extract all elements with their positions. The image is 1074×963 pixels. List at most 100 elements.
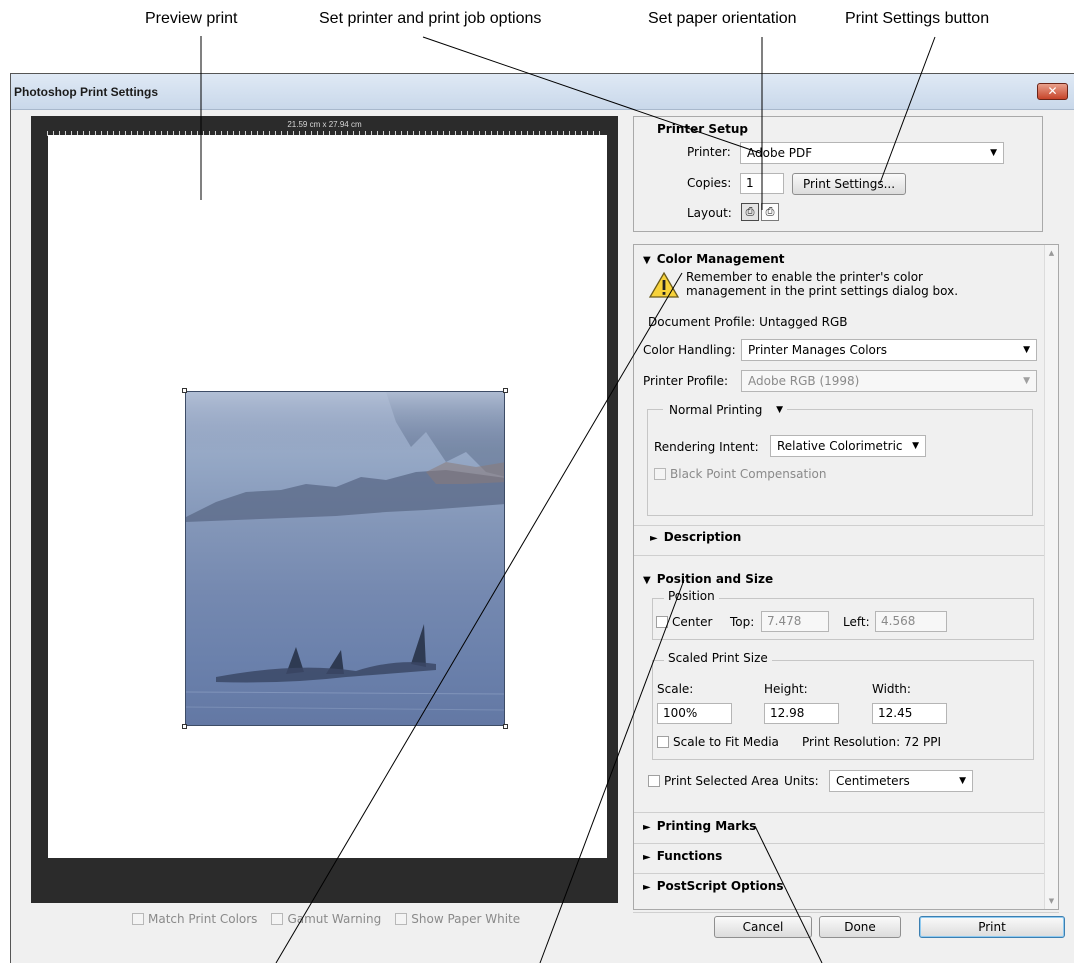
warning-icon [648, 271, 680, 298]
color-handling-select[interactable]: Printer Manages Colors ▼ [741, 339, 1037, 361]
portrait-orientation-icon[interactable]: ⎙ [741, 203, 759, 221]
checkbox-label: Match Print Colors [148, 912, 258, 926]
separator [634, 525, 1044, 526]
paper-size-label: 21.59 cm x 27.94 cm [287, 120, 362, 129]
checkbox-label: Gamut Warning [287, 912, 382, 926]
width-label: Width: [872, 682, 911, 696]
printer-setup-title: Printer Setup [657, 122, 748, 136]
section-title: Functions [656, 849, 723, 863]
left-input[interactable]: 4.568 [875, 611, 947, 632]
resize-handle-bottom-left[interactable] [182, 724, 187, 729]
window-title: Photoshop Print Settings [14, 85, 158, 99]
center-checkbox[interactable]: Center [656, 615, 712, 629]
checkbox-box [654, 468, 666, 480]
width-input[interactable]: 12.45 [872, 703, 947, 724]
scroll-down-icon[interactable]: ▼ [1045, 897, 1058, 905]
checkbox-label: Black Point Compensation [670, 467, 827, 481]
callout-orientation: Set paper orientation [648, 10, 797, 27]
checkbox-box [395, 913, 408, 925]
black-point-checkbox[interactable]: Black Point Compensation [654, 467, 827, 481]
separator [634, 873, 1044, 874]
copies-input[interactable]: 1 [740, 173, 784, 194]
preview-image[interactable] [185, 391, 505, 726]
position-legend: Position [664, 589, 719, 603]
gamut-warning-checkbox[interactable]: Gamut Warning [271, 912, 381, 926]
layout-label: Layout: [687, 206, 732, 220]
resize-handle-top-right[interactable] [503, 388, 508, 393]
chevron-down-icon: ▼ [776, 405, 783, 415]
top-label: Top: [730, 615, 755, 629]
show-paper-white-checkbox[interactable]: Show Paper White [395, 912, 520, 926]
section-title: PostScript Options [656, 879, 784, 893]
color-handling-value: Printer Manages Colors [748, 343, 888, 357]
match-print-colors-checkbox[interactable]: Match Print Colors [132, 912, 257, 926]
scaled-size-legend: Scaled Print Size [664, 651, 772, 665]
print-resolution: Print Resolution: 72 PPI [802, 735, 942, 749]
button-separator [633, 912, 1059, 913]
settings-panel[interactable]: ▼ Color Management Remember to enable the… [633, 244, 1059, 910]
position-size-header[interactable]: ▼ Position and Size [643, 572, 773, 586]
callout-printer-options: Set printer and print job options [319, 10, 542, 27]
color-handling-label: Color Handling: [643, 343, 736, 357]
height-input[interactable]: 12.98 [764, 703, 839, 724]
printer-profile-label: Printer Profile: [643, 374, 729, 388]
scale-label: Scale: [657, 682, 694, 696]
printer-profile-value: Adobe RGB (1998) [748, 374, 860, 388]
print-button[interactable]: Print [919, 916, 1065, 938]
collapsed-triangle-icon: ► [650, 533, 658, 544]
print-settings-button[interactable]: Print Settings... [792, 173, 906, 195]
units-label: Units: [784, 774, 819, 788]
cancel-button[interactable]: Cancel [714, 916, 812, 938]
scale-input[interactable]: 100% [657, 703, 732, 724]
section-title: Description [663, 530, 742, 544]
printer-select[interactable]: Adobe PDF ▼ [740, 142, 1004, 164]
checkbox-label: Print Selected Area [664, 774, 779, 788]
checkbox-label: Center [672, 615, 713, 629]
checkbox-label: Show Paper White [411, 912, 521, 926]
panel-scrollbar[interactable]: ▲ ▼ [1044, 245, 1058, 909]
scroll-up-icon[interactable]: ▲ [1045, 249, 1058, 257]
printing-marks-header[interactable]: ► Printing Marks [643, 819, 756, 833]
scale-to-fit-checkbox[interactable]: Scale to Fit Media [657, 735, 779, 749]
separator [634, 812, 1044, 813]
rendering-intent-select[interactable]: Relative Colorimetric ▼ [770, 435, 926, 457]
expand-triangle-icon: ▼ [643, 575, 651, 586]
section-title: Position and Size [656, 572, 774, 586]
resize-handle-bottom-right[interactable] [503, 724, 508, 729]
printing-mode-group [647, 409, 1033, 516]
functions-header[interactable]: ► Functions [643, 849, 722, 863]
height-label: Height: [764, 682, 808, 696]
preview-area: 21.59 cm x 27.94 cm [31, 116, 618, 903]
preview-options: Match Print Colors Gamut Warning Show Pa… [132, 912, 520, 926]
color-warning-text: Remember to enable the printer's color m… [686, 270, 959, 298]
done-button[interactable]: Done [819, 916, 901, 938]
collapsed-triangle-icon: ► [643, 882, 651, 893]
separator [634, 843, 1044, 844]
postscript-header[interactable]: ► PostScript Options [643, 879, 783, 893]
separator [634, 555, 1044, 556]
units-select[interactable]: Centimeters ▼ [829, 770, 973, 792]
title-bar[interactable]: Photoshop Print Settings ✕ [11, 74, 1074, 110]
print-selected-area-checkbox[interactable]: Print Selected Area [648, 774, 779, 788]
chevron-down-icon: ▼ [990, 148, 997, 158]
checkbox-box [132, 913, 144, 925]
resize-handle-top-left[interactable] [182, 388, 187, 393]
printer-profile-select[interactable]: Adobe RGB (1998) ▼ [741, 370, 1037, 392]
copies-label: Copies: [687, 176, 732, 190]
orca-photo-icon [186, 392, 504, 711]
printing-mode-select[interactable]: Normal Printing ▼ [663, 400, 787, 422]
document-profile: Document Profile: Untagged RGB [648, 315, 848, 329]
chevron-down-icon: ▼ [959, 776, 966, 786]
section-title: Color Management [656, 252, 785, 266]
collapsed-triangle-icon: ► [643, 852, 651, 863]
color-management-header[interactable]: ▼ Color Management [643, 252, 785, 266]
expand-triangle-icon: ▼ [643, 255, 651, 266]
print-settings-dialog: Photoshop Print Settings ✕ 21.59 cm x 27… [10, 73, 1074, 963]
top-input[interactable]: 7.478 [761, 611, 829, 632]
landscape-orientation-icon[interactable]: ⎙ [761, 203, 779, 221]
preview-paper [48, 135, 607, 858]
rendering-intent-label: Rendering Intent: [654, 440, 759, 454]
close-button[interactable]: ✕ [1037, 83, 1068, 100]
description-header[interactable]: ► Description [650, 530, 741, 544]
printer-value: Adobe PDF [747, 146, 813, 160]
